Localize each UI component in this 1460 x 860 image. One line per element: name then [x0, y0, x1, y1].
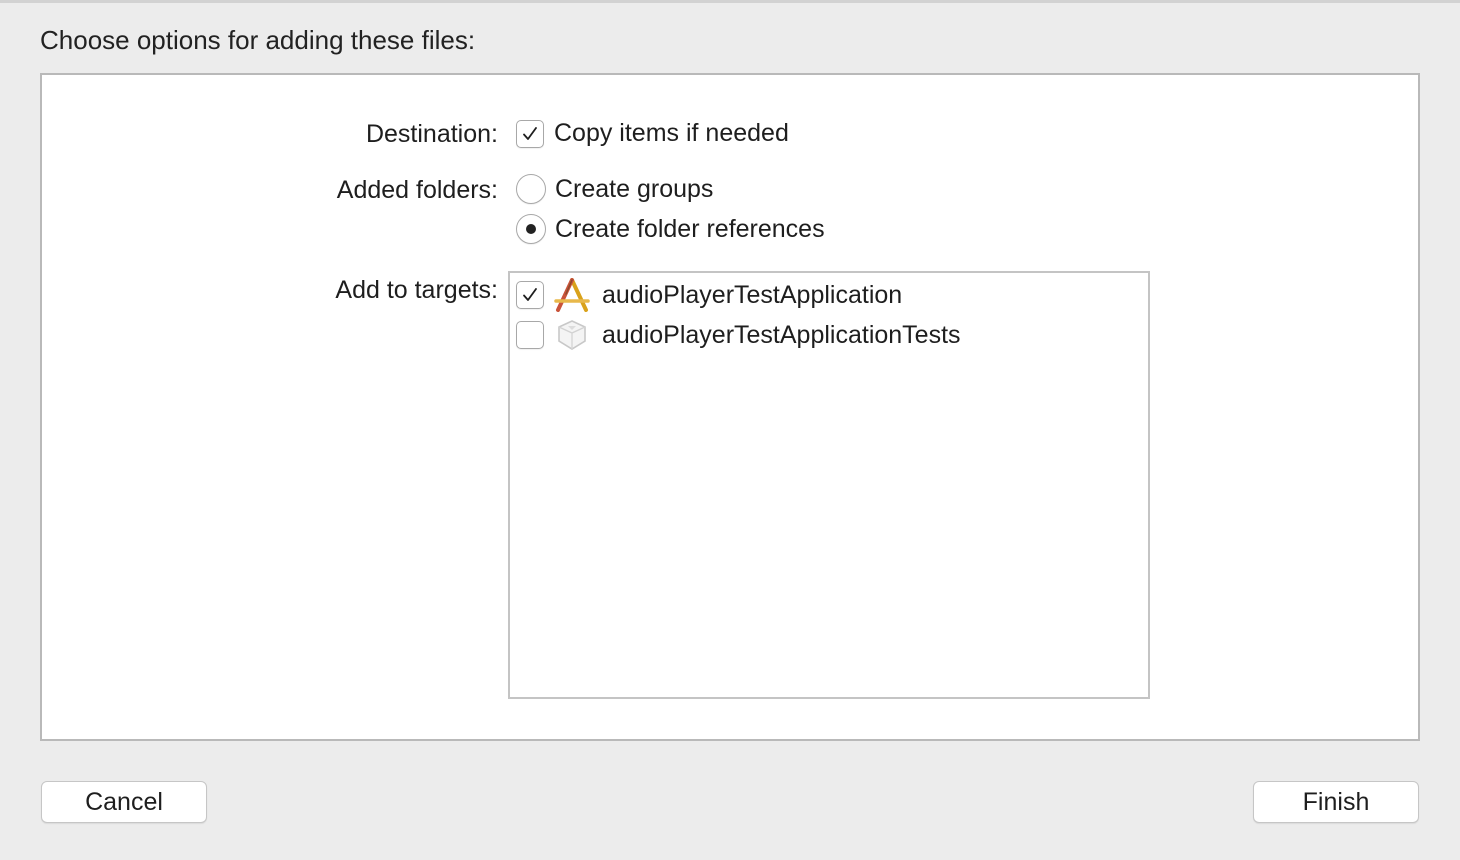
- checkmark-icon: [523, 288, 537, 301]
- create-groups-radio[interactable]: [516, 174, 546, 204]
- targets-list[interactable]: audioPlayerTestApplication audioPlayerTe…: [508, 271, 1150, 699]
- radio-selected-dot: [526, 224, 536, 234]
- create-groups-radio-row[interactable]: Create groups: [516, 174, 713, 204]
- cancel-button[interactable]: Cancel: [41, 781, 207, 823]
- copy-items-checkbox[interactable]: [516, 119, 544, 148]
- destination-label: Destination:: [365, 120, 498, 148]
- create-folder-references-radio-row[interactable]: Create folder references: [516, 214, 825, 244]
- create-folder-references-radio[interactable]: [516, 214, 546, 244]
- checkmark-icon: [523, 126, 537, 140]
- added-folders-label: Added folders:: [336, 176, 498, 204]
- target-checkbox[interactable]: [516, 321, 544, 349]
- target-checkbox[interactable]: [516, 281, 544, 309]
- test-bundle-icon: [558, 320, 586, 350]
- options-panel: Destination: Copy items if needed Added …: [40, 73, 1420, 741]
- create-folder-references-label: Create folder references: [555, 214, 825, 243]
- add-files-options-sheet: Choose options for adding these files: D…: [0, 0, 1460, 860]
- copy-items-label: Copy items if needed: [554, 119, 789, 147]
- target-row[interactable]: audioPlayerTestApplicationTests: [516, 318, 961, 352]
- target-name: audioPlayerTestApplicationTests: [602, 320, 961, 349]
- create-groups-label: Create groups: [555, 174, 714, 203]
- dialog-title: Choose options for adding these files:: [40, 25, 476, 55]
- finish-button[interactable]: Finish: [1253, 781, 1419, 823]
- app-target-icon: [554, 278, 590, 312]
- target-row[interactable]: audioPlayerTestApplication: [516, 278, 902, 312]
- copy-items-checkbox-row[interactable]: Copy items if needed: [516, 119, 789, 148]
- target-name: audioPlayerTestApplication: [602, 280, 903, 309]
- add-to-targets-label: Add to targets:: [335, 276, 498, 304]
